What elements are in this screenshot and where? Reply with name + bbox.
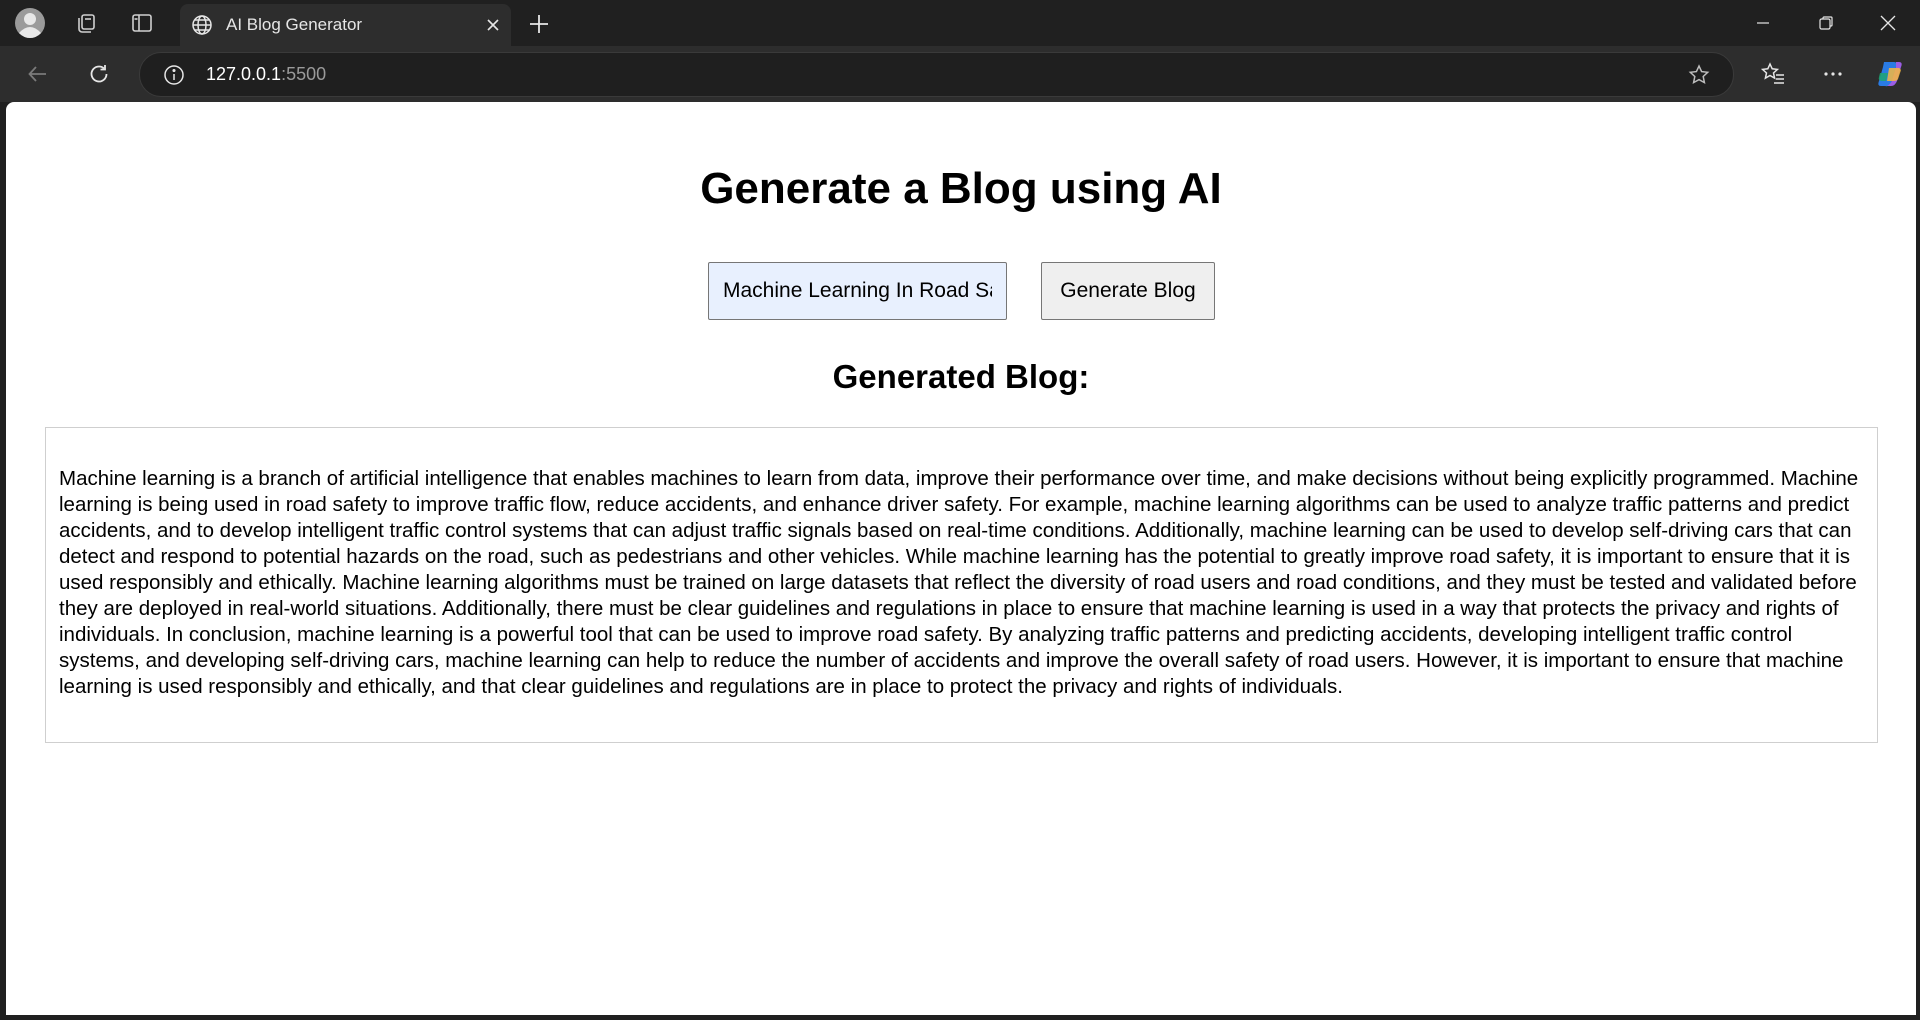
info-icon[interactable] xyxy=(162,63,186,87)
favorites-icon[interactable] xyxy=(1757,58,1789,90)
tab-title: AI Blog Generator xyxy=(226,15,363,34)
more-icon[interactable] xyxy=(1817,58,1849,90)
tab-ai-blog-generator[interactable]: AI Blog Generator xyxy=(180,4,511,46)
generate-blog-button[interactable]: Generate Blog xyxy=(1041,262,1215,320)
window-close-icon[interactable] xyxy=(1860,0,1916,46)
restore-icon[interactable] xyxy=(1798,0,1854,46)
browser-toolbar: 127.0.0.1:5500 xyxy=(0,46,1920,102)
page-title: Generate a Blog using AI xyxy=(700,164,1222,213)
workspaces-icon[interactable] xyxy=(70,7,102,39)
address-bar[interactable]: 127.0.0.1:5500 xyxy=(139,52,1734,97)
favorite-star-icon[interactable] xyxy=(1687,63,1711,87)
vertical-tabs-icon[interactable] xyxy=(126,7,158,39)
generated-blog-output: Machine learning is a branch of artifici… xyxy=(45,427,1878,743)
copilot-icon[interactable] xyxy=(1874,58,1906,90)
topic-input[interactable] xyxy=(708,262,1007,320)
url-port: :5500 xyxy=(281,64,327,84)
refresh-icon[interactable] xyxy=(83,58,115,90)
generated-blog-text: Machine learning is a branch of artifici… xyxy=(59,467,1859,698)
plus-icon[interactable] xyxy=(524,9,554,39)
profile-avatar-icon[interactable] xyxy=(14,7,46,39)
globe-icon xyxy=(190,13,214,37)
title-bar: AI Blog Generator xyxy=(0,0,1920,46)
minimize-icon[interactable] xyxy=(1735,0,1791,46)
url-host: 127.0.0.1 xyxy=(206,64,282,84)
url-text[interactable]: 127.0.0.1:5500 xyxy=(206,53,326,96)
close-icon[interactable] xyxy=(481,13,505,37)
back-arrow-icon[interactable] xyxy=(22,58,54,90)
page-viewport: Generate a Blog using AI Generate Blog G… xyxy=(6,102,1916,1015)
generated-blog-heading: Generated Blog: xyxy=(832,358,1090,395)
